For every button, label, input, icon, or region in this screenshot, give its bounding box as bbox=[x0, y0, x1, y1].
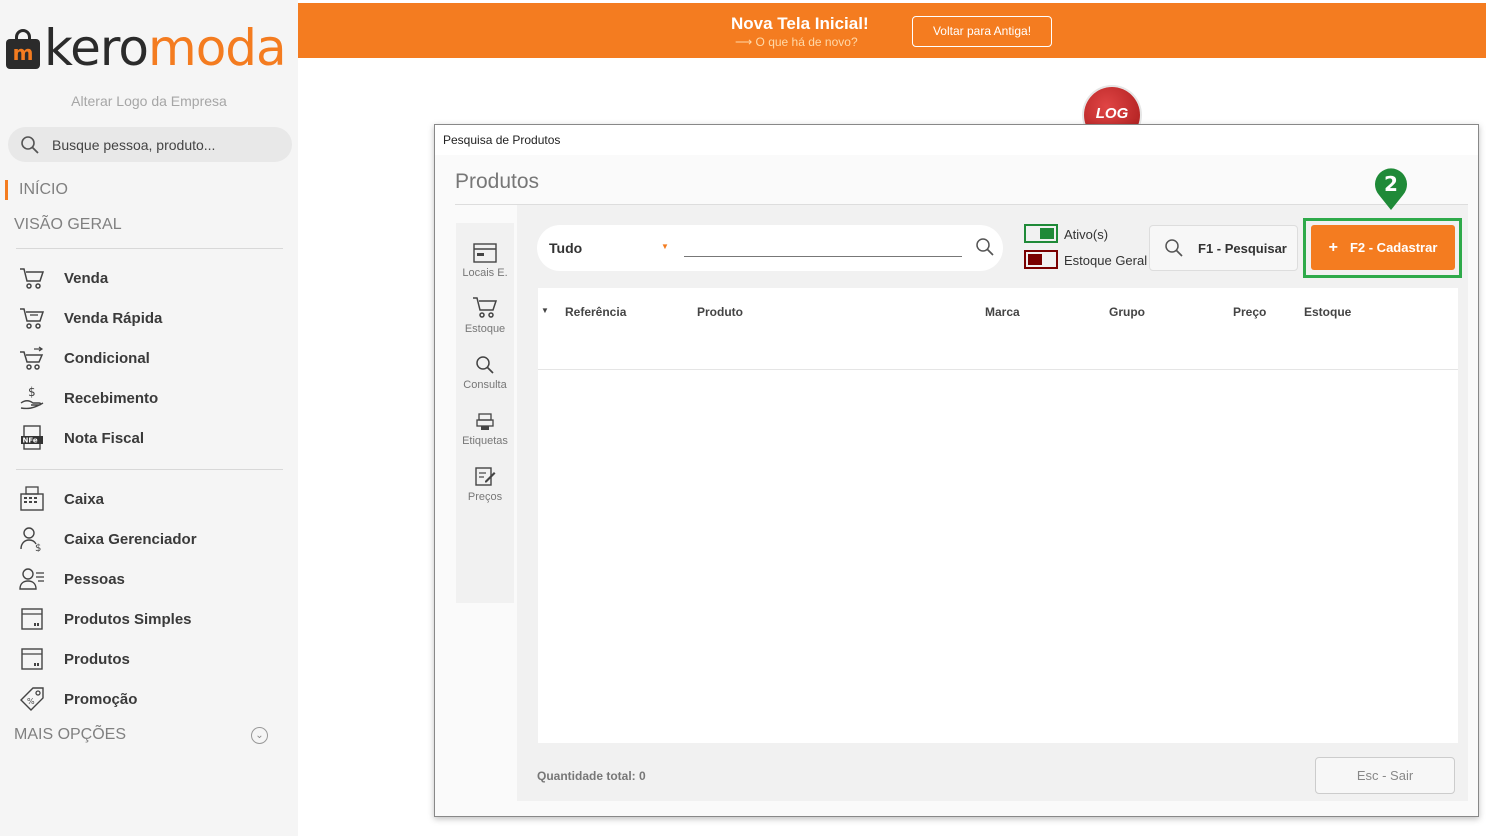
search-placeholder: Busque pessoa, produto... bbox=[52, 136, 216, 153]
sidebar-item-produtos-simples[interactable]: Produtos Simples bbox=[18, 604, 288, 634]
active-toggle[interactable] bbox=[1024, 224, 1058, 243]
user-dollar-icon: $ bbox=[18, 525, 46, 553]
search-icon bbox=[1165, 239, 1183, 257]
cart-swap-icon bbox=[18, 344, 46, 372]
product-search-input[interactable] bbox=[684, 237, 962, 257]
sidebar-item-caixa-gerenciador[interactable]: $ Caixa Gerenciador bbox=[18, 524, 288, 554]
search-icon bbox=[456, 347, 514, 375]
plus-icon: + bbox=[1328, 238, 1338, 256]
svg-text:NFe: NFe bbox=[23, 437, 38, 445]
table-header: ▼ Referência Produto Marca Grupo Preço E… bbox=[538, 288, 1458, 370]
tool-consulta[interactable]: Consulta bbox=[456, 347, 514, 403]
search-button[interactable]: F1 - Pesquisar bbox=[1149, 225, 1298, 271]
col-marca[interactable]: Marca bbox=[985, 305, 1020, 319]
stock-toggle-label: Estoque Geral bbox=[1064, 253, 1148, 268]
nav-visao-geral[interactable]: VISÃO GERAL bbox=[14, 216, 122, 234]
stock-toggle[interactable] bbox=[1024, 250, 1058, 269]
sidebar-item-recebimento[interactable]: $ Recebimento bbox=[18, 383, 288, 413]
tool-estoque[interactable]: Estoque bbox=[456, 291, 514, 347]
banner-title: Nova Tela Inicial! bbox=[731, 14, 869, 33]
sidebar-item-produtos[interactable]: Produtos bbox=[18, 644, 288, 674]
cart-icon bbox=[18, 264, 46, 292]
whats-new-link[interactable]: ⟶ O que há de novo? bbox=[735, 35, 858, 49]
sidebar-item-condicional[interactable]: Condicional bbox=[18, 343, 288, 373]
page-title: Produtos bbox=[455, 170, 540, 193]
box-icon bbox=[18, 645, 46, 673]
active-indicator bbox=[5, 180, 8, 200]
sidebar-item-nota-fiscal[interactable]: NFe Nota Fiscal bbox=[18, 423, 288, 453]
sidebar: m kero moda Alterar Logo da Empresa Busqu… bbox=[0, 0, 298, 836]
sidebar-item-caixa[interactable]: Caixa bbox=[18, 484, 288, 514]
nav-inicio[interactable]: INÍCIO bbox=[19, 181, 68, 199]
company-logo[interactable]: m kero moda bbox=[6, 19, 287, 77]
sidebar-item-promocao[interactable]: % Promoção bbox=[18, 684, 288, 714]
register-button[interactable]: + F2 - Cadastrar bbox=[1311, 225, 1455, 270]
tool-column: Locais E. Estoque Consulta Etiquetas Pre… bbox=[456, 223, 514, 603]
active-toggle-label: Ativo(s) bbox=[1064, 227, 1109, 242]
tool-locais-estoque[interactable]: Locais E. bbox=[456, 235, 514, 291]
filter-bar: Tudo ▼ bbox=[537, 225, 1003, 271]
global-search[interactable]: Busque pessoa, produto... bbox=[8, 127, 292, 162]
cash-register-icon bbox=[18, 485, 46, 513]
svg-text:$: $ bbox=[35, 543, 41, 552]
results-table: ▼ Referência Produto Marca Grupo Preço E… bbox=[538, 288, 1458, 743]
search-icon[interactable] bbox=[975, 237, 995, 257]
col-preco[interactable]: Preço bbox=[1233, 305, 1266, 319]
label-printer-icon bbox=[456, 403, 514, 431]
search-icon bbox=[21, 135, 39, 154]
caret-down-icon[interactable]: ▼ bbox=[661, 242, 669, 251]
step-marker: 2 bbox=[1375, 168, 1407, 210]
filter-type-select[interactable]: Tudo bbox=[549, 240, 582, 256]
col-produto[interactable]: Produto bbox=[697, 305, 743, 319]
tool-precos[interactable]: Preços bbox=[456, 459, 514, 515]
change-logo-link[interactable]: Alterar Logo da Empresa bbox=[0, 93, 298, 109]
people-icon bbox=[18, 565, 46, 593]
chevron-down-icon[interactable]: ⌄ bbox=[251, 727, 268, 744]
shopping-bag-icon: m bbox=[6, 27, 40, 69]
dialog-title: Pesquisa de Produtos bbox=[443, 133, 561, 147]
logo-text-kero: kero bbox=[44, 19, 149, 77]
total-quantity: Quantidade total: 0 bbox=[537, 769, 646, 783]
nfe-icon: NFe bbox=[18, 424, 46, 452]
box-icon bbox=[18, 605, 46, 633]
sidebar-item-venda-rapida[interactable]: Venda Rápida bbox=[18, 303, 288, 333]
tag-icon: % bbox=[18, 685, 46, 713]
cart-icon bbox=[456, 291, 514, 319]
col-referencia[interactable]: Referência bbox=[565, 305, 626, 319]
new-home-banner: Nova Tela Inicial! ⟶ O que há de novo? V… bbox=[298, 3, 1486, 58]
col-grupo[interactable]: Grupo bbox=[1109, 305, 1145, 319]
divider bbox=[16, 469, 283, 470]
product-search-dialog: Pesquisa de Produtos Produtos Locais E. … bbox=[434, 124, 1479, 817]
logo-text-moda: moda bbox=[147, 19, 287, 77]
col-estoque[interactable]: Estoque bbox=[1304, 305, 1351, 319]
sidebar-item-pessoas[interactable]: Pessoas bbox=[18, 564, 288, 594]
back-to-old-button[interactable]: Voltar para Antiga! bbox=[912, 16, 1052, 47]
sidebar-item-venda[interactable]: Venda bbox=[18, 263, 288, 293]
dollar-hand-icon: $ bbox=[18, 384, 46, 412]
tool-etiquetas[interactable]: Etiquetas bbox=[456, 403, 514, 459]
svg-text:2: 2 bbox=[1384, 172, 1398, 196]
edit-price-icon bbox=[456, 459, 514, 487]
svg-text:$: $ bbox=[28, 385, 36, 399]
cart-fast-icon bbox=[18, 304, 46, 332]
sort-caret-icon[interactable]: ▼ bbox=[541, 306, 549, 315]
search-content: Tudo ▼ Ativo(s) Estoque Geral F1 - Pesqu… bbox=[517, 168, 1468, 801]
svg-text:%: % bbox=[27, 697, 35, 706]
more-options[interactable]: MAIS OPÇÕES bbox=[14, 726, 126, 744]
dialog-titlebar[interactable]: Pesquisa de Produtos bbox=[435, 125, 1478, 155]
exit-button[interactable]: Esc - Sair bbox=[1315, 757, 1455, 794]
divider bbox=[16, 248, 283, 249]
locations-icon bbox=[456, 235, 514, 263]
